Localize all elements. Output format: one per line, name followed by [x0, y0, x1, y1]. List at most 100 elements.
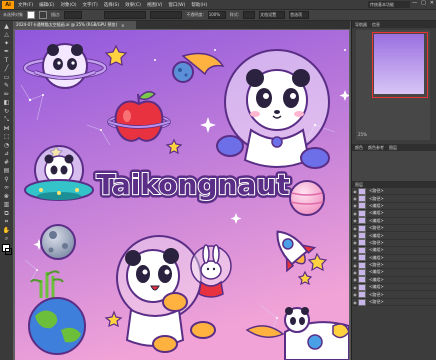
eraser-tool-icon[interactable]: ◧ [2, 99, 11, 106]
stroke-swatch[interactable] [39, 11, 47, 19]
navigator-tabs: 导航器 信息 [352, 21, 436, 28]
layer-row[interactable]: ◉ <路径> [352, 298, 436, 307]
moon [40, 224, 76, 260]
tab-info[interactable]: 信息 [372, 22, 380, 28]
artwork-title: Taikongnaut [96, 168, 289, 201]
menu-help[interactable]: 帮助(H) [191, 2, 207, 8]
layer-name: <编组> [369, 217, 384, 223]
tab-layers[interactable]: 图层 [389, 145, 397, 151]
tab-color-guide[interactable]: 颜色参考 [368, 145, 384, 151]
menu-view[interactable]: 视图(V) [147, 2, 163, 8]
document-tab-bar: 2024-07卡通熊猫太空插画.ai @ 25% (RGB/GPU 预览) × [13, 21, 350, 29]
stroke-label: 描边: [51, 12, 61, 17]
scale-tool-icon[interactable]: ⤡ [2, 116, 11, 123]
stroke-color-swatch[interactable] [5, 248, 12, 255]
tab-color[interactable]: 颜色 [355, 145, 363, 151]
right-panel-dock: 导航器 信息 25% 颜色 颜色参考 图层 图层 ◉ <路径> ◉ <路径> ◉ <编… [351, 21, 436, 360]
minimize-button[interactable]: — [412, 0, 417, 6]
direct-selection-tool-icon[interactable]: △ [2, 31, 11, 38]
layer-name: <编组> [369, 269, 384, 275]
app-logo: Ai [2, 0, 14, 9]
layer-name: <编组> [369, 210, 384, 216]
layer-name: <路径> [369, 239, 384, 245]
layer-name: <编组> [369, 247, 384, 253]
artboard-tool-icon[interactable]: ⧉ [2, 210, 11, 217]
slice-tool-icon[interactable]: ⌗ [2, 218, 11, 225]
layer-name: <路径> [369, 188, 384, 194]
control-bar: 未选择对象 描边: 不透明度: 100% 样式: 文档设置 首选项 [0, 10, 436, 21]
layer-name: <编组> [369, 202, 384, 208]
tools-panel: ▲ △ ✦ ✒ T ╱ ▭ ✎ ✏ ◧ ↻ ⤡ ⋈ ⬚ ◔ ⊿ # ▤ ⚲ ∞ … [0, 21, 14, 360]
menu-window[interactable]: 窗口(W) [168, 2, 185, 8]
color-panel-area [352, 151, 436, 181]
pen-tool-icon[interactable]: ✒ [2, 48, 11, 55]
menu-edit[interactable]: 编辑(E) [39, 2, 54, 8]
layer-thumbnail [358, 246, 366, 254]
tab-navigator[interactable]: 导航器 [355, 22, 367, 28]
mesh-tool-icon[interactable]: # [2, 159, 11, 166]
navigator-zoom[interactable]: 25% [358, 132, 367, 137]
line-tool-icon[interactable]: ╱ [2, 65, 11, 72]
layer-thumbnail [358, 195, 366, 203]
eyedropper-tool-icon[interactable]: ⚲ [2, 176, 11, 183]
layers-panel-title: 图层 [355, 181, 363, 187]
graph-tool-icon[interactable]: ▥ [2, 201, 11, 208]
artwork-illustration: Taikongnaut Taikongnaut [15, 30, 349, 360]
gradient-tool-icon[interactable]: ▤ [2, 167, 11, 174]
layer-name: <路径> [369, 225, 384, 231]
color-layer-tabs: 颜色 颜色参考 图层 [352, 144, 436, 151]
brush-definition[interactable] [150, 11, 183, 19]
menu-file[interactable]: 文件(F) [18, 2, 33, 8]
layers-list: ◉ <路径> ◉ <路径> ◉ <编组> ◉ <编组> ◉ <编组> ◉ <路径> ◉ <编组… [352, 187, 436, 307]
zoom-tool-icon[interactable]: ⌕ [2, 235, 11, 242]
style-picker[interactable] [243, 11, 256, 19]
fill-swatch[interactable] [27, 11, 35, 19]
menu-object[interactable]: 对象(O) [60, 2, 76, 8]
fill-stroke-widget[interactable] [0, 244, 13, 260]
rotate-tool-icon[interactable]: ↻ [2, 108, 11, 115]
width-tool-icon[interactable]: ⋈ [2, 125, 11, 132]
astronaut-panda-with-bunny [116, 235, 232, 353]
magic-wand-tool-icon[interactable]: ✦ [2, 40, 11, 47]
document-tab-close-icon[interactable]: × [121, 23, 124, 28]
variable-width-profile[interactable] [104, 11, 147, 19]
pencil-tool-icon[interactable]: ✏ [2, 91, 11, 98]
layer-thumbnail [358, 187, 366, 195]
maximize-button[interactable]: □ [421, 0, 426, 6]
rectangle-tool-icon[interactable]: ▭ [2, 74, 11, 81]
selection-tool-icon[interactable]: ▲ [2, 23, 11, 30]
layer-thumbnail [358, 217, 366, 225]
artboard[interactable]: Taikongnaut Taikongnaut [15, 30, 349, 360]
layer-thumbnail [358, 239, 366, 247]
layer-thumbnail [358, 283, 366, 291]
selection-status: 未选择对象 [3, 12, 23, 17]
menu-select[interactable]: 选择(S) [104, 2, 119, 8]
layer-name: <路径> [369, 291, 384, 297]
close-button[interactable]: ✕ [430, 0, 434, 6]
stroke-weight-input[interactable] [64, 11, 83, 19]
symbol-sprayer-tool-icon[interactable]: ❀ [2, 193, 11, 200]
workspace-switcher[interactable]: 传统基本功能 [368, 1, 410, 8]
navigator-view-box[interactable] [372, 32, 428, 98]
perspective-grid-tool-icon[interactable]: ⊿ [2, 150, 11, 157]
blend-tool-icon[interactable]: ∞ [2, 184, 11, 191]
hand-tool-icon[interactable]: ✋ [2, 227, 11, 234]
layer-name: <编组> [369, 276, 384, 282]
document-setup-button[interactable]: 文档设置 [259, 11, 286, 19]
menu-type[interactable]: 文字(T) [83, 2, 98, 8]
free-transform-tool-icon[interactable]: ⬚ [2, 133, 11, 140]
pink-planet [289, 180, 325, 216]
paintbrush-tool-icon[interactable]: ✎ [2, 82, 11, 89]
layer-thumbnail [358, 224, 366, 232]
layer-thumbnail [358, 298, 366, 306]
layer-name: <路径> [369, 299, 384, 305]
layer-name: <编组> [369, 232, 384, 238]
document-tab[interactable]: 2024-07卡通熊猫太空插画.ai @ 25% (RGB/GPU 预览) × [13, 21, 136, 29]
type-tool-icon[interactable]: T [2, 57, 11, 64]
shape-builder-tool-icon[interactable]: ◔ [2, 142, 11, 149]
window-controls: — □ ✕ [412, 0, 434, 6]
opacity-input[interactable]: 100% [207, 11, 226, 19]
opacity-label: 不透明度: [186, 12, 204, 17]
preferences-button[interactable]: 首选项 [289, 11, 310, 19]
menu-effect[interactable]: 效果(C) [125, 2, 141, 8]
